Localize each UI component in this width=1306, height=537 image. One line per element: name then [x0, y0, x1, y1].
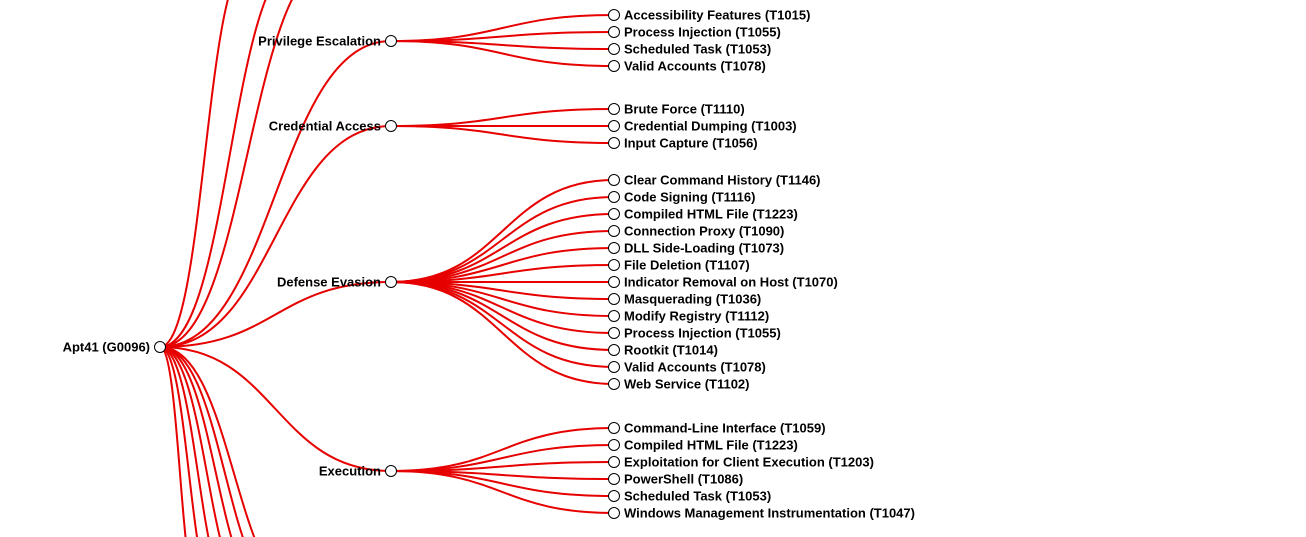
category-2-label: Defense Evasion	[277, 276, 381, 289]
leaf-3-5-node[interactable]	[608, 507, 620, 519]
leaf-2-7-label: Masquerading (T1036)	[624, 293, 761, 306]
leaf-2-11-label: Valid Accounts (T1078)	[624, 361, 766, 374]
leaf-3-4-label: Scheduled Task (T1053)	[624, 490, 771, 503]
leaf-3-5-label: Windows Management Instrumentation (T104…	[624, 507, 915, 520]
leaf-2-12-node[interactable]	[608, 378, 620, 390]
leaf-2-7-node[interactable]	[608, 293, 620, 305]
leaf-2-10-label: Rootkit (T1014)	[624, 344, 718, 357]
leaf-1-1-label: Credential Dumping (T1003)	[624, 120, 797, 133]
leaf-2-4-label: DLL Side-Loading (T1073)	[624, 242, 784, 255]
leaf-2-2-label: Compiled HTML File (T1223)	[624, 208, 798, 221]
category-3-label: Execution	[319, 465, 381, 478]
leaf-0-1-label: Process Injection (T1055)	[624, 26, 781, 39]
leaf-3-4-node[interactable]	[608, 490, 620, 502]
leaf-3-0-label: Command-Line Interface (T1059)	[624, 422, 826, 435]
leaf-1-2-label: Input Capture (T1056)	[624, 137, 758, 150]
leaf-2-0-node[interactable]	[608, 174, 620, 186]
leaf-2-2-node[interactable]	[608, 208, 620, 220]
category-1-label: Credential Access	[269, 120, 381, 133]
leaf-3-2-node[interactable]	[608, 456, 620, 468]
leaf-3-1-node[interactable]	[608, 439, 620, 451]
leaf-2-5-label: File Deletion (T1107)	[624, 259, 750, 272]
leaf-2-8-label: Modify Registry (T1112)	[624, 310, 769, 323]
leaf-2-1-label: Code Signing (T1116)	[624, 191, 755, 204]
leaf-0-0-node[interactable]	[608, 9, 620, 21]
category-3-node[interactable]	[385, 465, 397, 477]
leaf-2-10-node[interactable]	[608, 344, 620, 356]
category-2-node[interactable]	[385, 276, 397, 288]
leaf-1-2-node[interactable]	[608, 137, 620, 149]
leaf-2-9-node[interactable]	[608, 327, 620, 339]
leaf-3-1-label: Compiled HTML File (T1223)	[624, 439, 798, 452]
leaf-1-0-label: Brute Force (T1110)	[624, 103, 745, 116]
leaf-3-3-node[interactable]	[608, 473, 620, 485]
leaf-0-3-label: Valid Accounts (T1078)	[624, 60, 766, 73]
category-1-node[interactable]	[385, 120, 397, 132]
leaf-2-5-node[interactable]	[608, 259, 620, 271]
category-0-label: Privilege Escalation	[258, 35, 381, 48]
leaf-0-3-node[interactable]	[608, 60, 620, 72]
leaf-2-9-label: Process Injection (T1055)	[624, 327, 781, 340]
leaf-0-2-label: Scheduled Task (T1053)	[624, 43, 771, 56]
leaf-1-1-node[interactable]	[608, 120, 620, 132]
leaf-2-3-label: Connection Proxy (T1090)	[624, 225, 784, 238]
leaf-1-0-node[interactable]	[608, 103, 620, 115]
leaf-2-6-label: Indicator Removal on Host (T1070)	[624, 276, 838, 289]
leaf-2-3-node[interactable]	[608, 225, 620, 237]
leaf-2-12-label: Web Service (T1102)	[624, 378, 750, 391]
leaf-2-0-label: Clear Command History (T1146)	[624, 174, 821, 187]
leaf-3-3-label: PowerShell (T1086)	[624, 473, 743, 486]
leaf-2-11-node[interactable]	[608, 361, 620, 373]
root-node[interactable]	[154, 341, 166, 353]
leaf-2-8-node[interactable]	[608, 310, 620, 322]
leaf-0-2-node[interactable]	[608, 43, 620, 55]
leaf-2-4-node[interactable]	[608, 242, 620, 254]
leaf-0-0-label: Accessibility Features (T1015)	[624, 9, 810, 22]
leaf-0-1-node[interactable]	[608, 26, 620, 38]
leaf-2-1-node[interactable]	[608, 191, 620, 203]
leaf-2-6-node[interactable]	[608, 276, 620, 288]
root-label: Apt41 (G0096)	[63, 341, 150, 354]
leaf-3-2-label: Exploitation for Client Execution (T1203…	[624, 456, 874, 469]
category-0-node[interactable]	[385, 35, 397, 47]
leaf-3-0-node[interactable]	[608, 422, 620, 434]
